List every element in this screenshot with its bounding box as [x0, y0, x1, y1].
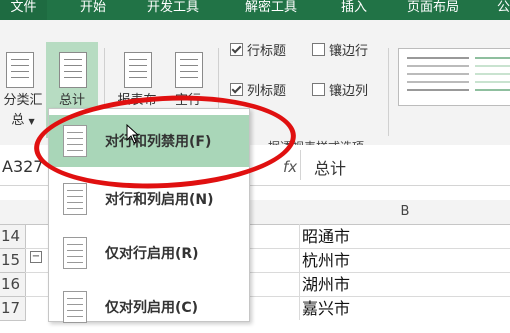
subtotals-icon	[6, 52, 34, 88]
row-header[interactable]: 17	[0, 297, 26, 321]
totals-columns-icon	[63, 291, 87, 323]
column-headers-checkbox[interactable]: 列标题	[230, 80, 286, 99]
totals-on-icon	[63, 183, 87, 215]
cell-b14[interactable]: 昭通市	[302, 225, 350, 248]
ribbon-tab-bar: 文件 开始 开发工具 解密工具 插入 页面布局 公	[0, 0, 510, 20]
banded-rows-label: 镶边行	[329, 44, 369, 59]
row-header[interactable]: 14	[0, 225, 26, 249]
checkbox-checked-icon	[230, 83, 243, 96]
tab-home[interactable]: 开始	[80, 0, 106, 20]
collapse-outline-icon[interactable]: −	[30, 251, 42, 263]
cell-b15[interactable]: 杭州市	[302, 249, 350, 272]
banded-columns-label: 镶边列	[329, 84, 369, 99]
subtotals-button[interactable]: 分类汇 总 ▼	[0, 42, 46, 138]
pivot-style-thumbnail[interactable]	[475, 55, 510, 97]
checkbox-unchecked-icon	[312, 43, 325, 56]
subtotals-label-1: 分类汇	[3, 93, 43, 108]
banded-rows-checkbox[interactable]: 镶边行	[312, 40, 368, 59]
subtotals-label-2: 总	[11, 113, 25, 128]
tab-developer[interactable]: 开发工具	[147, 0, 199, 20]
checkbox-checked-icon	[230, 43, 243, 56]
grand-totals-icon	[59, 52, 87, 88]
chevron-down-icon: ▼	[28, 117, 35, 126]
blank-rows-icon	[175, 52, 203, 88]
insert-function-icon[interactable]: fx	[283, 158, 297, 176]
menu-item-label: 仅对列启用(C)	[105, 300, 199, 316]
menu-item-label: 仅对行启用(R)	[105, 246, 199, 262]
column-headers-label: 列标题	[247, 84, 287, 99]
tab-file[interactable]: 文件	[0, 0, 47, 20]
column-header-b[interactable]: B	[300, 204, 510, 219]
cell-b16[interactable]: 湖州市	[302, 273, 350, 296]
formula-bar-divider	[300, 150, 301, 180]
tab-insert[interactable]: 插入	[341, 0, 367, 20]
banded-columns-checkbox[interactable]: 镶边列	[312, 80, 368, 99]
row-header[interactable]: 16	[0, 273, 26, 297]
row-headers-label: 行标题	[247, 44, 287, 59]
row-headers-checkbox[interactable]: 行标题	[230, 40, 286, 59]
row-header[interactable]: 15	[0, 249, 26, 273]
totals-rows-icon	[63, 237, 87, 269]
checkbox-unchecked-icon	[312, 83, 325, 96]
menu-item-on-for-rows-only[interactable]: 仅对行启用(R)	[49, 227, 249, 279]
cell-b17[interactable]: 嘉兴市	[302, 297, 350, 320]
tab-decrypt[interactable]: 解密工具	[245, 0, 297, 20]
menu-item-label: 对行和列启用(N)	[105, 192, 214, 208]
menu-item-on-for-columns-only[interactable]: 仅对列启用(C)	[49, 281, 249, 333]
formula-input[interactable]: 总计	[314, 154, 346, 184]
ribbon-separator	[388, 48, 389, 136]
pivot-style-gallery[interactable]	[398, 48, 510, 106]
tab-page-layout[interactable]: 页面布局	[407, 0, 459, 20]
tab-formulas[interactable]: 公	[497, 0, 510, 20]
report-layout-icon	[124, 52, 152, 88]
mouse-cursor-icon	[126, 124, 140, 144]
pivot-style-thumbnail[interactable]	[407, 55, 469, 97]
